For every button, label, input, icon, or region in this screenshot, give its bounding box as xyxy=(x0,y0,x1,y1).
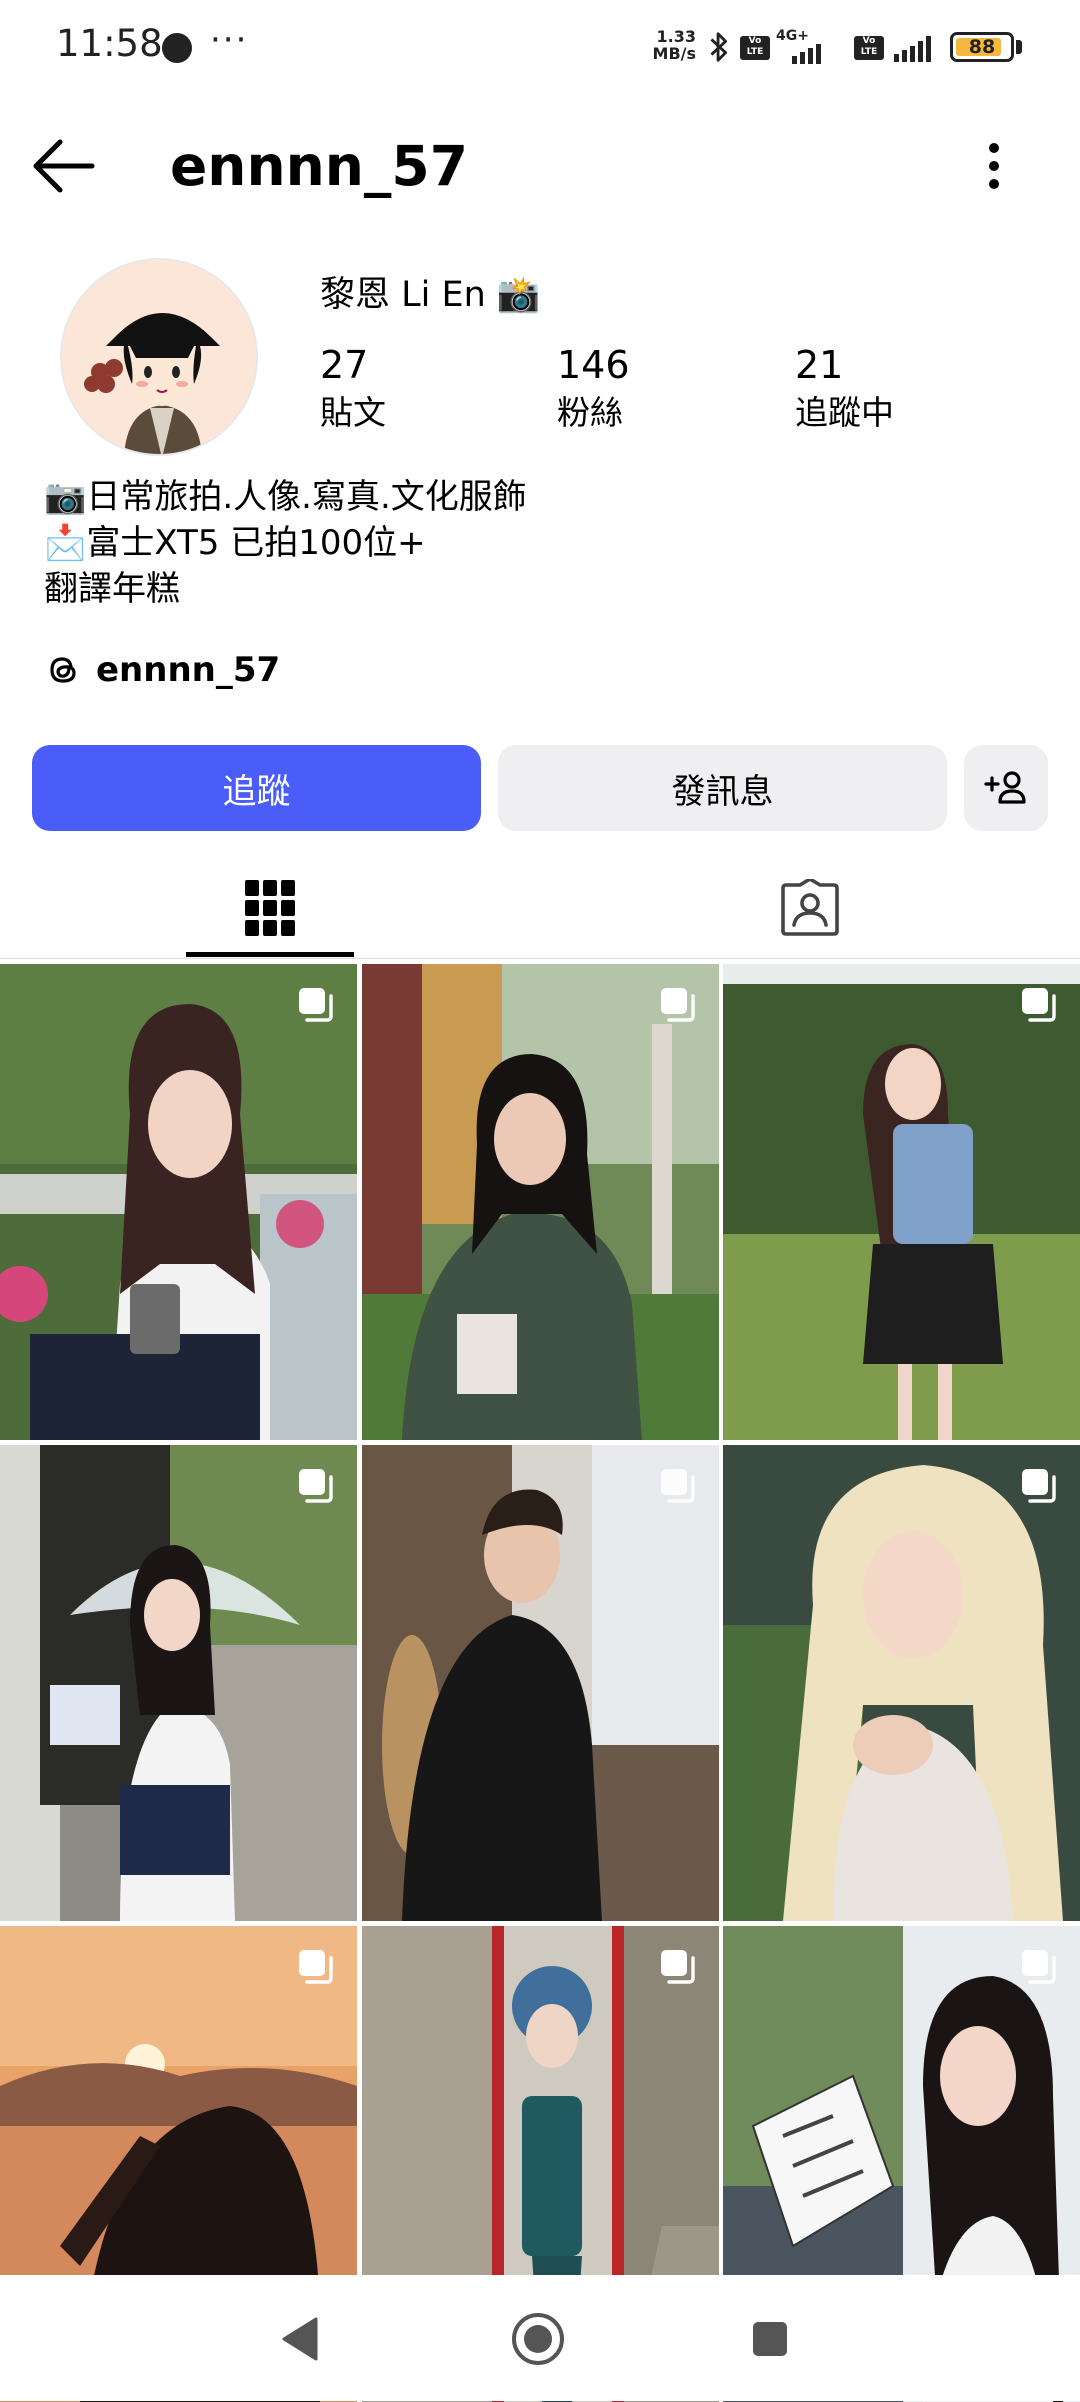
post-photo xyxy=(723,1445,1080,1921)
avatar-illustration xyxy=(62,260,256,454)
nav-back-icon[interactable] xyxy=(280,2317,320,2361)
multi-photo-icon xyxy=(661,988,695,1022)
volte-icon: Vo LTE xyxy=(740,36,770,60)
more-vertical-icon xyxy=(989,143,999,189)
post-photo xyxy=(362,964,719,1440)
stat-followers[interactable]: 146 粉絲 xyxy=(557,340,630,436)
post-thumbnail[interactable] xyxy=(362,1445,719,1921)
post-thumbnail[interactable] xyxy=(0,1445,357,1921)
threads-handle: ennnn_57 xyxy=(96,650,281,690)
signal-icon xyxy=(792,44,821,64)
signal-icon-2 xyxy=(894,36,931,62)
stat-posts-count: 27 xyxy=(320,343,369,387)
bio-line: 翻譯年糕 xyxy=(44,569,180,609)
multi-photo-icon xyxy=(1022,1469,1056,1503)
net-speed-value: 1.33 xyxy=(656,27,696,46)
multi-photo-icon xyxy=(1022,988,1056,1022)
active-tab-indicator xyxy=(186,952,354,957)
display-name: 黎恩 Li En 📸 xyxy=(320,275,541,315)
grid-tab[interactable] xyxy=(0,856,540,960)
stat-followers-count: 146 xyxy=(557,343,630,387)
stat-following-label: 追蹤中 xyxy=(795,393,894,432)
avatar[interactable] xyxy=(60,258,258,456)
bluetooth-icon xyxy=(710,32,728,62)
post-photo xyxy=(362,1445,719,1921)
status-time: 11:58 xyxy=(56,22,163,65)
multi-photo-icon xyxy=(661,1950,695,1984)
multi-photo-icon xyxy=(1022,1950,1056,1984)
battery-icon: 88 xyxy=(950,32,1014,62)
tabs-divider xyxy=(0,958,1080,959)
network-speed: 1.33 MB/s xyxy=(646,28,696,62)
post-photo xyxy=(0,964,357,1440)
post-photo xyxy=(723,964,1080,1440)
post-thumbnail[interactable] xyxy=(723,964,1080,1440)
battery-level: 88 xyxy=(968,36,996,58)
message-button[interactable]: 發訊息 xyxy=(498,745,947,831)
system-nav-bar xyxy=(0,2275,1080,2401)
add-person-icon xyxy=(984,771,1026,804)
profile-username: ennnn_57 xyxy=(170,134,468,198)
record-dot-icon xyxy=(162,33,192,63)
follow-button[interactable]: 追蹤 xyxy=(32,745,481,831)
battery-cap xyxy=(1016,40,1022,54)
post-thumbnail[interactable] xyxy=(362,964,719,1440)
post-thumbnail[interactable] xyxy=(723,1445,1080,1921)
stat-posts[interactable]: 27 貼文 xyxy=(320,340,386,436)
stat-following[interactable]: 21 追蹤中 xyxy=(795,340,894,436)
bio-line: 📷日常旅拍.人像.寫真.文化服飾 xyxy=(44,477,527,517)
bio-line: 📩富士XT5 已拍100位+ xyxy=(44,523,426,563)
suggested-accounts-button[interactable] xyxy=(964,745,1048,831)
multi-photo-icon xyxy=(299,988,333,1022)
threads-icon xyxy=(50,657,76,683)
stat-followers-label: 粉絲 xyxy=(557,393,623,432)
volte-icon-2: Vo LTE xyxy=(854,36,884,60)
multi-photo-icon xyxy=(661,1469,695,1503)
multi-photo-icon xyxy=(299,1469,333,1503)
stat-posts-label: 貼文 xyxy=(320,393,386,432)
threads-link[interactable]: ennnn_57 xyxy=(44,640,280,700)
nav-home-icon[interactable] xyxy=(510,2311,566,2367)
post-thumbnail[interactable] xyxy=(0,964,357,1440)
more-dots-icon: ··· xyxy=(210,20,249,60)
nav-recents-icon[interactable] xyxy=(752,2321,788,2357)
grid-icon xyxy=(245,880,295,936)
back-button[interactable] xyxy=(26,128,102,204)
status-bar: 11:58 ··· 1.33 MB/s Vo LTE 4G+ Vo LTE 88 xyxy=(0,0,1080,96)
net-speed-unit: MB/s xyxy=(652,44,696,63)
back-arrow-icon xyxy=(33,139,95,193)
profile-bio: 📷日常旅拍.人像.寫真.文化服飾 📩富士XT5 已拍100位+ 翻譯年糕 xyxy=(44,474,527,612)
tagged-tab[interactable] xyxy=(540,856,1080,960)
post-photo xyxy=(0,1445,357,1921)
multi-photo-icon xyxy=(299,1950,333,1984)
tagged-person-icon xyxy=(781,879,839,936)
more-options-button[interactable] xyxy=(964,128,1024,204)
stat-following-count: 21 xyxy=(795,343,844,387)
